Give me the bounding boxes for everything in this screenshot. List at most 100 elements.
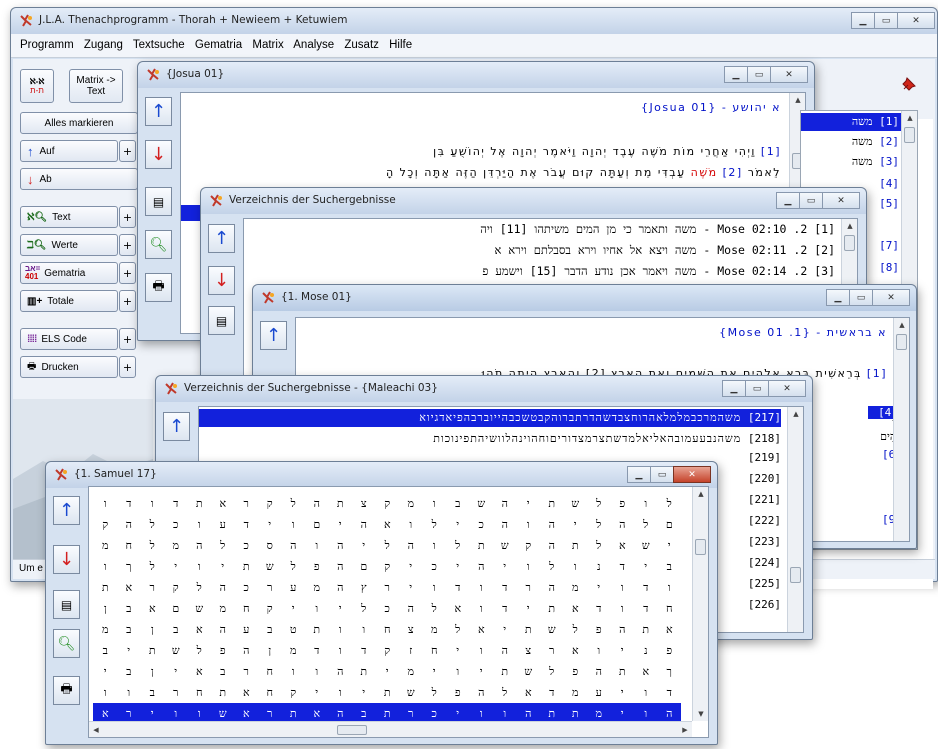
matrix-cell[interactable]: ל xyxy=(587,535,611,556)
matrix-cell[interactable]: ב xyxy=(211,661,235,682)
matrix-cell[interactable]: ה xyxy=(329,577,353,598)
matrix-cell[interactable]: ת xyxy=(94,577,118,598)
matrix-cell[interactable]: ו xyxy=(423,577,447,598)
verz2-up-button[interactable]: ↑ xyxy=(163,412,190,441)
samuel-up-button[interactable]: ↑ xyxy=(53,496,80,525)
matrix-cell[interactable]: ז xyxy=(399,640,423,661)
matrix-cell[interactable]: ד xyxy=(587,598,611,619)
matrix-cell[interactable]: פ xyxy=(587,619,611,640)
matrix-cell[interactable]: ד xyxy=(493,577,517,598)
matrix-cell[interactable]: ל xyxy=(446,619,470,640)
samuel-hscrollbar[interactable]: ◀ ▶ xyxy=(89,721,692,737)
matrix-cell[interactable]: ס xyxy=(258,535,282,556)
matrix-cell[interactable]: ל xyxy=(587,514,611,535)
matrix-cell[interactable]: ש xyxy=(188,598,212,619)
werte-button[interactable]: ℶ🔍︎ Werte xyxy=(20,234,118,256)
matrix-cell[interactable]: א xyxy=(564,640,588,661)
mark-all-button[interactable]: Alles markieren xyxy=(20,112,138,134)
matrix-cell[interactable]: ם xyxy=(164,598,188,619)
matrix-cell[interactable]: ת xyxy=(188,493,212,514)
gematria-button[interactable]: אב= 401 Gematria xyxy=(20,262,118,284)
mose-scroll-up[interactable]: ▲ xyxy=(894,318,909,332)
matrix-cell[interactable]: ו xyxy=(94,493,118,514)
matrix-cell[interactable]: ח xyxy=(258,682,282,703)
matrix-cell[interactable]: מ xyxy=(399,661,423,682)
verz2-row[interactable]: [220] xyxy=(748,472,781,485)
matrix-cell[interactable]: ו xyxy=(423,535,447,556)
matrix-row[interactable]: בידנולויהיכיקםהפלשתיוילךויקרבלקראתד xyxy=(93,556,681,577)
matrix-cell[interactable]: ב xyxy=(94,640,118,661)
samuel-scroll-right[interactable]: ▶ xyxy=(678,722,692,737)
verz1-minimize-button[interactable]: ▁ xyxy=(776,192,800,209)
matrix-row[interactable]: לופלשתיהשבומקצתהלקראתדודוימהרדוטש xyxy=(93,493,681,514)
matrix-cell[interactable]: ש xyxy=(493,535,517,556)
matrix-cell[interactable]: ה xyxy=(329,661,353,682)
matrix-cell[interactable]: ק xyxy=(282,682,306,703)
matrix-cell[interactable]: ץ xyxy=(352,577,376,598)
matrix-cell[interactable]: ו xyxy=(305,661,329,682)
matrix-cell[interactable]: י xyxy=(470,661,494,682)
samuel-search-button[interactable]: 🔍︎ xyxy=(53,629,80,658)
matrix-cell[interactable]: ה xyxy=(540,577,564,598)
verz1-scroll-thumb[interactable] xyxy=(844,235,855,251)
matrix-cell[interactable]: א xyxy=(188,661,212,682)
matrix-cell[interactable]: ת xyxy=(141,640,165,661)
matrix-cell[interactable]: י xyxy=(493,556,517,577)
mose-scroll-thumb[interactable] xyxy=(896,334,907,350)
matrix-cell[interactable]: ו xyxy=(117,682,141,703)
matrix-row[interactable]: ישאלתהקשתלוהליהוהסכלהמלחמהונתןאתכם xyxy=(93,535,681,556)
mose-minimize-button[interactable]: ▁ xyxy=(826,289,850,306)
samuel-scroll-left[interactable]: ◀ xyxy=(89,722,103,737)
matrix-cell[interactable]: ק xyxy=(258,493,282,514)
matrix-cell[interactable]: ה xyxy=(470,556,494,577)
matrix-cell[interactable]: כ xyxy=(470,514,494,535)
menu-hilfe[interactable]: Hilfe xyxy=(389,39,412,51)
matrix-cell[interactable]: ה xyxy=(470,682,494,703)
matrix-cell[interactable]: י xyxy=(611,640,635,661)
verz2-row[interactable]: [226] xyxy=(748,598,781,611)
verz2-scrollbar[interactable]: ▲ xyxy=(787,407,803,632)
maximize-button[interactable]: ▭ xyxy=(874,12,898,29)
matrix-cell[interactable]: כ xyxy=(423,556,447,577)
matrix-cell[interactable]: ר xyxy=(540,640,564,661)
matrix-cell[interactable]: י xyxy=(352,682,376,703)
matrix-cell[interactable]: ת xyxy=(493,661,517,682)
matrix-cell[interactable]: ק xyxy=(164,577,188,598)
matrix-cell[interactable]: ש xyxy=(399,682,423,703)
matrix-cell[interactable]: מ xyxy=(282,640,306,661)
matrix-cell[interactable]: ק xyxy=(376,640,400,661)
matrix-cell[interactable]: ו xyxy=(517,556,541,577)
matrix-cell[interactable]: א xyxy=(446,598,470,619)
matrix-cell[interactable]: ו xyxy=(188,514,212,535)
matrix-cell[interactable]: ו xyxy=(564,556,588,577)
result-scroll-thumb[interactable] xyxy=(904,127,915,143)
samuel-minimize-button[interactable]: ▁ xyxy=(627,466,651,483)
matrix-cell[interactable]: ה xyxy=(235,640,259,661)
matrix-cell[interactable]: ה xyxy=(611,514,635,535)
result-list-row[interactable]: [2] משה xyxy=(801,133,901,151)
samuel-maximize-button[interactable]: ▭ xyxy=(650,466,674,483)
matrix-cell[interactable]: י xyxy=(376,661,400,682)
matrix-cell[interactable]: ו xyxy=(446,661,470,682)
matrix-cell[interactable]: מ xyxy=(211,598,235,619)
matrix-row[interactable]: םלהליהוהכילואהיםוידעוכלהקהלהזהכילאב xyxy=(93,514,681,535)
verz2-row[interactable]: [225] xyxy=(748,577,781,590)
verz2-maximize-button[interactable]: ▭ xyxy=(745,380,769,397)
verz2-minimize-button[interactable]: ▁ xyxy=(722,380,746,397)
matrix-cell[interactable]: י xyxy=(423,661,447,682)
matrix-cell[interactable]: ה xyxy=(399,535,423,556)
matrix-cell[interactable]: ד xyxy=(164,493,188,514)
matrix-cell[interactable]: ל xyxy=(282,493,306,514)
samuel-vscrollbar[interactable]: ▲ ▼ xyxy=(692,487,708,721)
matrix-cell[interactable]: ן xyxy=(94,598,118,619)
matrix-cell[interactable]: ל xyxy=(141,514,165,535)
josua-scroll-up[interactable]: ▲ xyxy=(790,93,805,107)
matrix-cell[interactable]: מ xyxy=(564,577,588,598)
text-search-button[interactable]: ℵ🔍︎ Text xyxy=(20,206,118,228)
matrix-cell[interactable]: ע xyxy=(211,514,235,535)
matrix-cell[interactable]: ל xyxy=(540,556,564,577)
verz2-close-button[interactable]: ✕ xyxy=(768,380,806,397)
matrix-cell[interactable]: ה xyxy=(587,661,611,682)
matrix-cell[interactable]: פ xyxy=(564,661,588,682)
matrix-cell[interactable]: ר xyxy=(235,493,259,514)
